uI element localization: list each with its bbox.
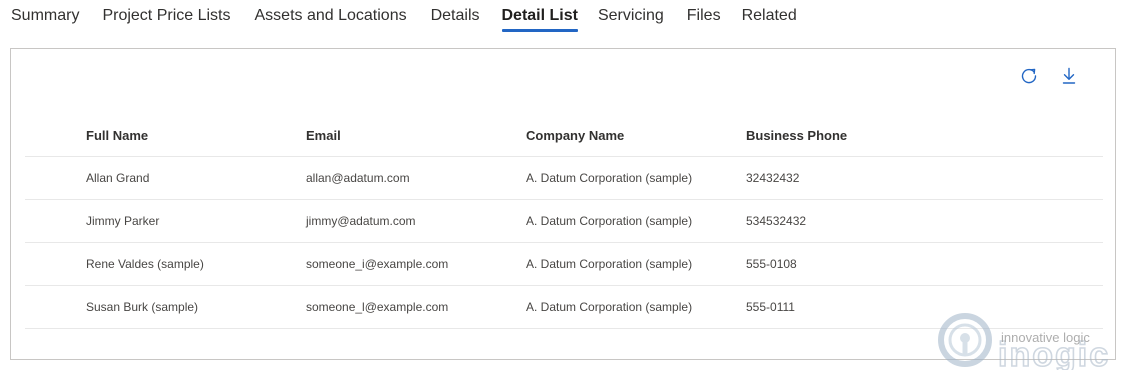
cell-email: jimmy@adatum.com <box>306 214 416 228</box>
tab-files[interactable]: Files <box>687 0 721 24</box>
refresh-icon <box>1021 68 1037 84</box>
cell-business-phone: 32432432 <box>746 171 800 185</box>
tab-servicing[interactable]: Servicing <box>598 0 664 24</box>
cell-company-name: A. Datum Corporation (sample) <box>526 171 693 185</box>
cell-company-name: A. Datum Corporation (sample) <box>526 300 693 314</box>
grid-header-row: Full Name Email Company Name Business Ph… <box>25 115 1103 157</box>
cell-company-name: A. Datum Corporation (sample) <box>526 257 693 271</box>
download-button[interactable] <box>1059 65 1079 87</box>
page: Summary Project Price Lists Assets and L… <box>0 0 1135 373</box>
column-header-business-phone[interactable]: Business Phone <box>746 115 847 156</box>
cell-business-phone: 534532432 <box>746 214 807 228</box>
refresh-button[interactable] <box>1019 65 1039 87</box>
cell-full-name: Allan Grand <box>86 171 150 185</box>
tab-assets-and-locations[interactable]: Assets and Locations <box>255 0 407 24</box>
table-row[interactable]: Jimmy Parker jimmy@adatum.com A. Datum C… <box>25 200 1103 243</box>
tab-detail-list[interactable]: Detail List <box>501 0 579 32</box>
inogic-watermark: inogic innovative logic <box>938 310 1130 370</box>
cell-email: someone_l@example.com <box>306 300 449 314</box>
cell-business-phone: 555-0111 <box>746 300 795 314</box>
tab-related[interactable]: Related <box>742 0 797 24</box>
table-row[interactable]: Rene Valdes (sample) someone_i@example.c… <box>25 243 1103 286</box>
tab-summary[interactable]: Summary <box>11 0 79 24</box>
cell-email: allan@adatum.com <box>306 171 410 185</box>
column-header-email[interactable]: Email <box>306 115 341 156</box>
table-row[interactable]: Allan Grand allan@adatum.com A. Datum Co… <box>25 157 1103 200</box>
column-header-full-name[interactable]: Full Name <box>86 115 148 156</box>
cell-email: someone_i@example.com <box>306 257 449 271</box>
cell-business-phone: 555-0108 <box>746 257 797 271</box>
cell-full-name: Susan Burk (sample) <box>86 300 199 314</box>
cell-full-name: Rene Valdes (sample) <box>86 257 204 271</box>
watermark-tagline: innovative logic <box>1001 330 1090 345</box>
tab-bar: Summary Project Price Lists Assets and L… <box>0 0 797 34</box>
detail-list-grid: Full Name Email Company Name Business Ph… <box>25 115 1103 329</box>
column-header-company-name[interactable]: Company Name <box>526 115 624 156</box>
tab-project-price-lists[interactable]: Project Price Lists <box>102 0 230 24</box>
cell-full-name: Jimmy Parker <box>86 214 160 228</box>
download-icon <box>1062 67 1076 84</box>
cell-company-name: A. Datum Corporation (sample) <box>526 214 693 228</box>
tab-details[interactable]: Details <box>431 0 480 24</box>
